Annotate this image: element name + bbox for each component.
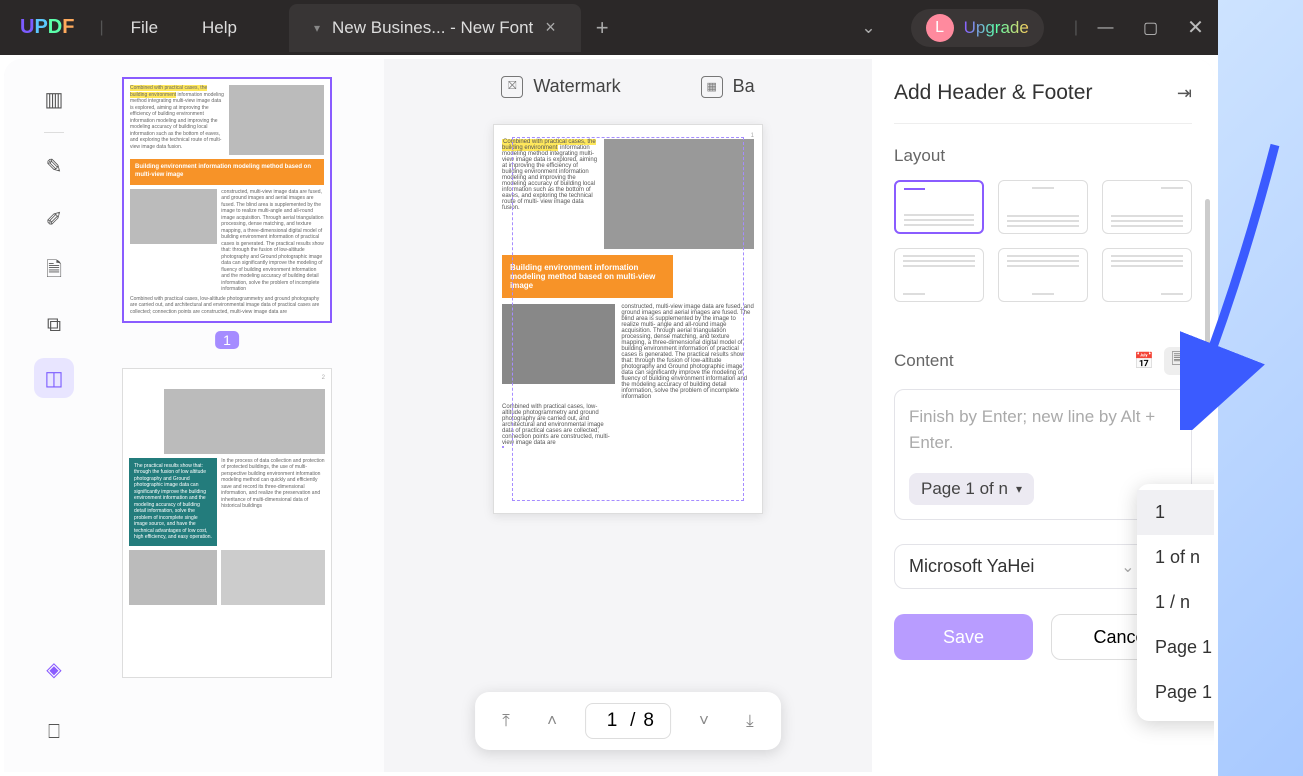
add-tab-button[interactable]: + — [596, 15, 609, 41]
background-tab-icon: ▦ — [701, 76, 723, 98]
tab-dropdown-icon[interactable]: ▾ — [314, 21, 320, 35]
pages-icon[interactable]: 🗎 — [34, 252, 74, 292]
avatar: L — [926, 14, 954, 42]
current-page-input[interactable] — [602, 710, 622, 732]
font-select[interactable]: Microsoft YaHei — [909, 556, 1111, 577]
content-label: Content — [894, 351, 954, 371]
content-placeholder: Finish by Enter; new line by Alt + Enter… — [909, 404, 1177, 455]
page-viewport[interactable]: 1 Combined with practical cases, the bui… — [384, 114, 872, 772]
last-page-button[interactable]: ⤓ — [729, 711, 771, 731]
document-tab[interactable]: ▾ New Busines... - New Font × — [289, 4, 581, 52]
date-icon[interactable]: 📅 — [1130, 347, 1158, 375]
dropdown-option-2[interactable]: 1 of n — [1137, 535, 1214, 580]
desktop-background — [1218, 0, 1303, 776]
chevron-down-icon[interactable]: ⌄ — [861, 18, 875, 38]
thumb-image — [130, 189, 217, 244]
separator: | — [99, 19, 103, 37]
thumb-title: Building environment information modelin… — [130, 159, 324, 185]
thumb-image — [164, 389, 325, 454]
scrollbar[interactable] — [1205, 199, 1210, 409]
background-tab[interactable]: ▦ Ba — [701, 76, 755, 98]
left-sidebar: ▥ ✎ ✐ 🗎 ⧉ ◫ ◈ ⎕ — [4, 59, 104, 772]
total-pages: 8 — [643, 710, 654, 732]
crop-icon[interactable]: ⧉ — [34, 305, 74, 345]
bookmark-icon[interactable]: ⎕ — [34, 712, 74, 752]
chevron-down-icon: ▾ — [1016, 482, 1022, 496]
page-title-box: Building environment information modelin… — [502, 255, 673, 298]
thumb-image — [229, 85, 324, 155]
maximize-button[interactable]: ▢ — [1128, 18, 1173, 38]
dropdown-option-1[interactable]: 1 — [1137, 490, 1214, 535]
menu-help[interactable]: Help — [180, 18, 259, 38]
panel-title: Add Header & Footer — [894, 81, 1092, 105]
thumb-image — [221, 550, 325, 605]
thumbnail-2[interactable]: 2 The practical results show that: throu… — [122, 368, 332, 678]
prev-page-button[interactable]: ˄ — [531, 711, 573, 731]
next-page-button[interactable]: ˅ — [683, 711, 725, 731]
layers-icon[interactable]: ◈ — [34, 649, 74, 689]
thumbnail-1[interactable]: Combined with practical cases, the build… — [122, 77, 332, 323]
dropdown-option-3[interactable]: 1 / n — [1137, 580, 1214, 625]
page-format-chip[interactable]: Page 1 of n ▾ — [909, 473, 1034, 505]
page-preview: 1 Combined with practical cases, the bui… — [493, 124, 763, 514]
layout-option-6[interactable] — [1102, 248, 1192, 302]
panel-collapse-icon[interactable]: ⇥ — [1177, 83, 1192, 104]
layout-option-1[interactable] — [894, 180, 984, 234]
header-footer-panel: Add Header & Footer ⇥ Layout Content 📅 🗏 — [872, 59, 1214, 772]
thumb-teal-box: The practical results show that: through… — [129, 458, 217, 546]
layout-option-4[interactable] — [894, 248, 984, 302]
app-logo: UPDF — [20, 16, 74, 39]
page-image — [502, 304, 615, 384]
page-input-box: / 8 — [585, 703, 671, 739]
thumbnail-number: 1 — [215, 331, 239, 349]
close-button[interactable]: ✕ — [1173, 15, 1218, 40]
tab-close-icon[interactable]: × — [545, 17, 556, 38]
layout-option-5[interactable] — [998, 248, 1088, 302]
layout-grid — [894, 180, 1192, 302]
separator: | — [1074, 19, 1078, 37]
chevron-down-icon[interactable]: ⌄ — [1121, 557, 1134, 577]
page-navigator: ⤒ ˄ / 8 ˅ ⤓ — [475, 692, 781, 750]
edit-icon[interactable]: ✐ — [34, 199, 74, 239]
thumbnail-panel: Combined with practical cases, the build… — [104, 59, 384, 772]
titlebar: UPDF | File Help ▾ New Busines... - New … — [0, 0, 1218, 55]
watermark-icon[interactable]: ◫ — [34, 358, 74, 398]
layout-label: Layout — [894, 146, 1192, 166]
canvas-area: ⛝ Watermark ▦ Ba 1 Combined with practic… — [384, 59, 872, 772]
menu-file[interactable]: File — [109, 18, 180, 38]
tab-title: New Busines... - New Font — [332, 18, 533, 38]
page-number-icon[interactable]: 🗏 — [1164, 347, 1192, 375]
page-format-dropdown: 1 1 of n 1 / n Page 1 Page 1 of n — [1137, 484, 1214, 721]
layout-option-2[interactable] — [998, 180, 1088, 234]
canvas-toolbar: ⛝ Watermark ▦ Ba — [384, 59, 872, 114]
minimize-button[interactable]: — — [1083, 19, 1128, 37]
upgrade-button[interactable]: L Upgrade — [911, 9, 1044, 47]
upgrade-label: Upgrade — [964, 18, 1029, 38]
save-button[interactable]: Save — [894, 614, 1033, 660]
reader-icon[interactable]: ▥ — [34, 79, 74, 119]
watermark-tab[interactable]: ⛝ Watermark — [501, 76, 620, 98]
highlight-icon[interactable]: ✎ — [34, 146, 74, 186]
dropdown-option-5[interactable]: Page 1 of n — [1137, 670, 1214, 715]
first-page-button[interactable]: ⤒ — [485, 711, 527, 731]
app-window: UPDF | File Help ▾ New Busines... - New … — [0, 0, 1218, 776]
thumb-image — [129, 550, 217, 605]
main-area: ▥ ✎ ✐ 🗎 ⧉ ◫ ◈ ⎕ Combined with practical … — [4, 59, 1214, 772]
layout-option-3[interactable] — [1102, 180, 1192, 234]
page-image — [604, 139, 754, 249]
watermark-tab-icon: ⛝ — [501, 76, 523, 98]
dropdown-option-4[interactable]: Page 1 — [1137, 625, 1214, 670]
